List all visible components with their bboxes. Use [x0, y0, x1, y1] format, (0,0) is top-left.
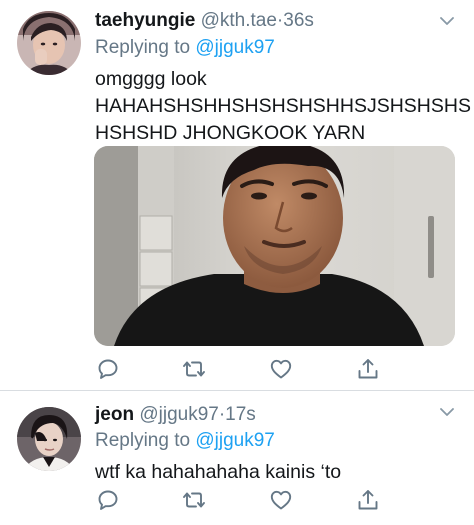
tweet-reply[interactable]: taehyungie @kth.tae·36s Replying to @jjg…: [0, 0, 474, 390]
tweet-text: wtf ka hahahahaha kainis ‘to: [95, 459, 461, 486]
mention-link[interactable]: @jjguk97: [195, 37, 275, 58]
tweet-text-line: HSHSHD JHONGKOOK YARN: [95, 122, 366, 144]
tweet-text-line: HAHAHSHSHHSHSHSHSHHSJSHSHSHS: [95, 95, 471, 117]
tweet-photo[interactable]: [94, 146, 455, 346]
reply-icon[interactable]: [96, 357, 120, 381]
tweet-actions: [94, 488, 384, 514]
retweet-icon[interactable]: [182, 488, 206, 512]
replying-to: Replying to @jjguk97: [95, 37, 275, 59]
tweet-text-line: wtf ka hahahahaha kainis ‘to: [95, 461, 342, 483]
display-name[interactable]: jeon: [95, 404, 134, 425]
heart-icon[interactable]: [269, 357, 293, 381]
timestamp[interactable]: 17s: [225, 404, 256, 425]
tweet-header: jeon @jjguk97·17s: [95, 404, 256, 428]
mention-link[interactable]: @jjguk97: [195, 430, 275, 451]
retweet-icon[interactable]: [182, 357, 206, 381]
avatar[interactable]: [17, 407, 81, 471]
display-name[interactable]: taehyungie: [95, 10, 195, 31]
tweet-text: omgggg look HAHAHSHSHHSHSHSHSHHSJSHSHSHS…: [95, 66, 471, 147]
reply-icon[interactable]: [96, 488, 120, 512]
avatar[interactable]: [17, 11, 81, 75]
tweet-header: taehyungie @kth.tae·36s: [95, 10, 314, 34]
chevron-down-icon[interactable]: [440, 14, 454, 28]
user-handle[interactable]: @jjguk97: [139, 404, 219, 425]
tweet-reply[interactable]: jeon @jjguk97·17s Replying to @jjguk97 w…: [0, 391, 474, 525]
tweet-actions: [94, 357, 384, 383]
heart-icon[interactable]: [269, 488, 293, 512]
tweet-text-line: omgggg look: [95, 68, 207, 90]
replying-to: Replying to @jjguk97: [95, 430, 275, 452]
replying-prefix: Replying to: [95, 430, 191, 451]
chevron-down-icon[interactable]: [440, 405, 454, 419]
share-icon[interactable]: [356, 357, 380, 381]
replying-prefix: Replying to: [95, 37, 191, 58]
user-handle[interactable]: @kth.tae: [201, 10, 277, 31]
share-icon[interactable]: [356, 488, 380, 512]
timestamp[interactable]: 36s: [283, 10, 314, 31]
